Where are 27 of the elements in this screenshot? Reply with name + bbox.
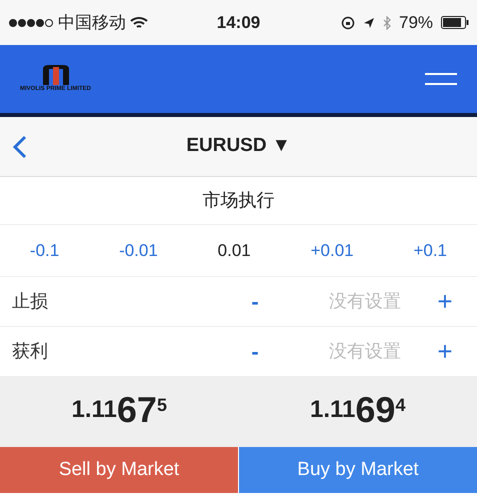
clock-time: 14:09: [216, 12, 262, 34]
buy-button[interactable]: Buy by Market: [238, 447, 477, 493]
location-icon: [362, 16, 375, 28]
volume-step-button[interactable]: +0.01: [310, 238, 354, 264]
decrease-button[interactable]: -: [235, 285, 275, 318]
volume-step-button[interactable]: +0.1: [413, 238, 448, 264]
increase-button[interactable]: +: [425, 332, 465, 371]
battery-percent: 79%: [398, 12, 434, 34]
bluetooth-icon: [382, 16, 391, 30]
increase-button[interactable]: +: [425, 282, 465, 321]
signal-icon: [8, 18, 54, 28]
logo-icon: [40, 64, 70, 84]
level-label: 获利: [12, 340, 49, 363]
wifi-icon: [130, 16, 148, 30]
volume-step-button[interactable]: -0.01: [119, 238, 158, 264]
decrease-button[interactable]: -: [235, 335, 275, 368]
order-type[interactable]: 市场执行: [202, 187, 274, 214]
volume-value[interactable]: 0.01: [218, 238, 251, 264]
battery-icon: [441, 16, 470, 29]
sell-button[interactable]: Sell by Market: [0, 447, 238, 493]
volume-step-button[interactable]: -0.1: [30, 238, 60, 264]
menu-button[interactable]: [425, 73, 457, 85]
symbol-selector[interactable]: EURUSD ▼: [186, 132, 291, 161]
carrier-name: 中国移动: [58, 12, 126, 34]
level-label: 止损: [12, 290, 49, 313]
rotation-lock-icon: [340, 16, 355, 30]
back-button[interactable]: [12, 134, 28, 158]
